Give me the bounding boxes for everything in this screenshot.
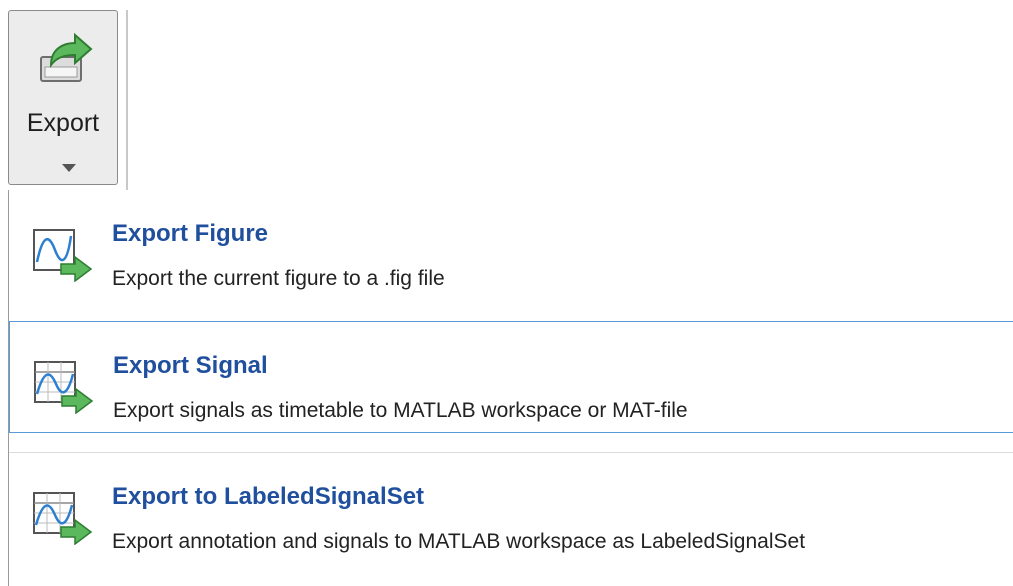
menu-item-title: Export Figure: [112, 220, 269, 247]
menu-item-export-figure[interactable]: Export Figure Export the current figure …: [9, 190, 1013, 302]
export-signal-icon: [34, 361, 94, 414]
export-button-label: Export: [26, 109, 100, 137]
menu-item-export-labeled-signal-set[interactable]: Export to LabeledSignalSet Export annota…: [9, 452, 1013, 564]
chevron-down-icon[interactable]: [61, 163, 77, 173]
export-dropdown-menu: Export Figure Export the current figure …: [8, 190, 1013, 586]
export-icon: [40, 32, 93, 82]
menu-item-description: Export annotation and signals to MATLAB …: [112, 530, 806, 553]
menu-item-description: Export signals as timetable to MATLAB wo…: [113, 399, 688, 422]
menu-item-title: Export to LabeledSignalSet: [112, 483, 425, 510]
export-figure-icon: [33, 229, 93, 282]
menu-item-title: Export Signal: [113, 352, 268, 379]
menu-item-export-signal[interactable]: Export Signal Export signals as timetabl…: [9, 321, 1013, 433]
toolbar-separator: [126, 10, 128, 190]
toolstrip: Export: [0, 0, 1013, 190]
export-labeled-signal-set-icon: [33, 492, 93, 545]
export-button[interactable]: Export: [8, 10, 118, 185]
menu-item-description: Export the current figure to a .fig file: [112, 267, 445, 290]
